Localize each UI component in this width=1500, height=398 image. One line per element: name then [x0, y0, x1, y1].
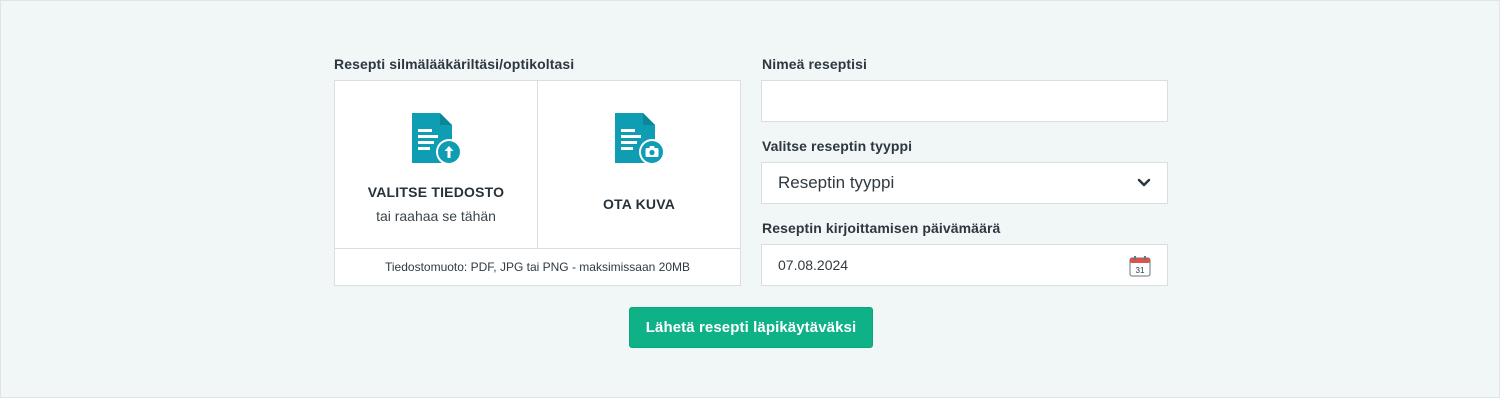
submit-button[interactable]: Lähetä resepti läpikäytäväksi [629, 307, 873, 348]
chevron-down-icon [1137, 178, 1151, 187]
date-field[interactable]: 07.08.2024 31 [761, 244, 1168, 286]
take-photo-title: OTA KUVA [602, 196, 676, 212]
calendar-day-number: 31 [1136, 266, 1145, 275]
take-photo-button[interactable]: OTA KUVA [538, 81, 740, 248]
date-label: Reseptin kirjoittamisen päivämäärä [762, 220, 1001, 236]
file-format-note: Tiedostomuoto: PDF, JPG tai PNG - maksim… [335, 248, 740, 285]
choose-file-subtitle: tai raahaa se tähän [376, 208, 496, 224]
type-select[interactable]: Reseptin tyyppi [761, 162, 1168, 204]
name-label: Nimeä reseptisi [762, 56, 867, 72]
name-field[interactable] [761, 80, 1168, 122]
prescription-upload-panel: Resepti silmälääkäriltäsi/optikoltasi VA… [0, 0, 1500, 398]
calendar-icon[interactable]: 31 [1129, 255, 1151, 277]
type-label: Valitse reseptin tyyppi [762, 138, 913, 154]
document-camera-icon [615, 113, 665, 165]
upload-box: VALITSE TIEDOSTO tai raahaa se tähän OTA… [334, 80, 741, 286]
type-select-value: Reseptin tyyppi [778, 173, 895, 192]
date-value: 07.08.2024 [778, 257, 849, 273]
choose-file-title: VALITSE TIEDOSTO [367, 184, 505, 200]
choose-file-button[interactable]: VALITSE TIEDOSTO tai raahaa se tähän [335, 81, 538, 248]
name-input[interactable] [762, 81, 1167, 121]
document-upload-icon [412, 113, 462, 165]
upload-label: Resepti silmälääkäriltäsi/optikoltasi [334, 56, 575, 72]
